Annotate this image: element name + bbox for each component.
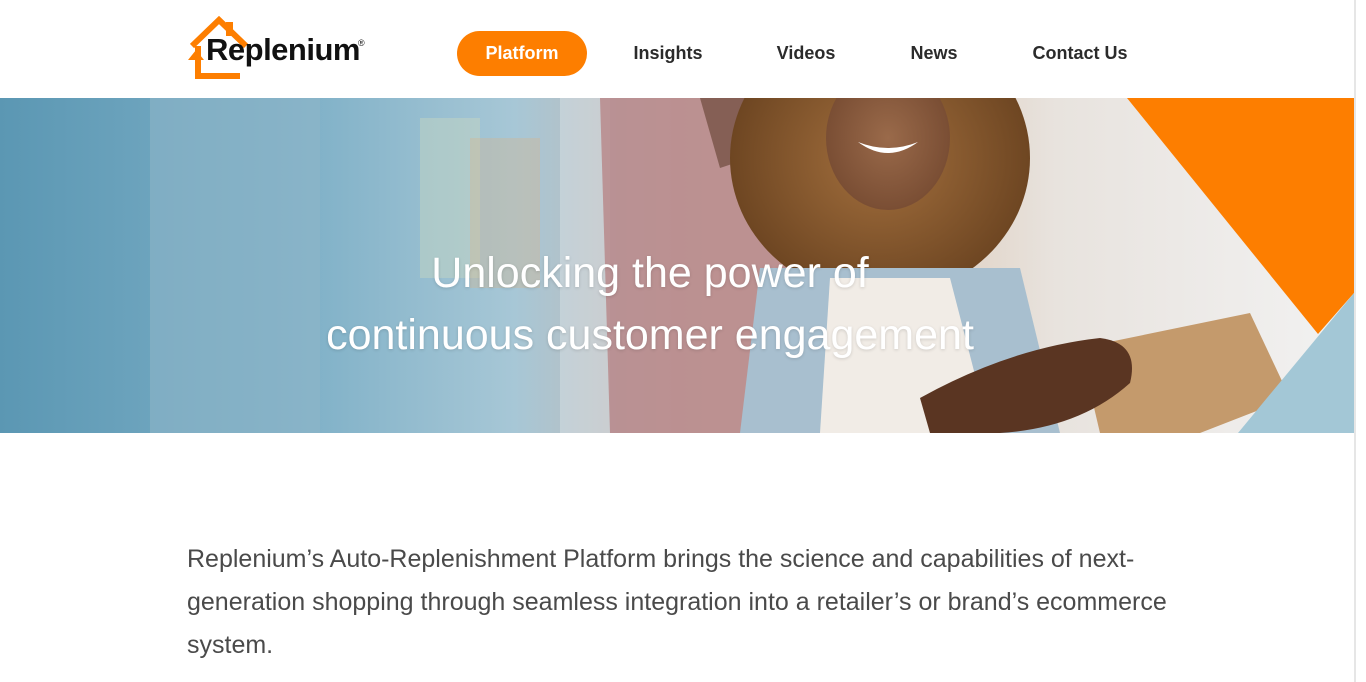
page: Replenium ® Platform Insights Videos New… — [0, 0, 1366, 682]
intro-paragraph: Replenium’s Auto-Replenishment Platform … — [187, 545, 1167, 659]
nav-platform[interactable]: Platform — [457, 31, 587, 76]
nav-insights[interactable]: Insights — [613, 31, 723, 76]
nav-news[interactable]: News — [889, 31, 979, 76]
hero-banner: Unlocking the power of continuous custom… — [0, 98, 1354, 433]
nav-contact-us[interactable]: Contact Us — [1015, 31, 1145, 76]
hero-title-line-1: Unlocking the power of — [431, 249, 869, 297]
site-header: Replenium ® Platform Insights Videos New… — [0, 0, 1354, 98]
nav-videos[interactable]: Videos — [756, 31, 856, 76]
hero-title-line-2: continuous customer engagement — [326, 311, 974, 359]
main-nav: Platform Insights Videos News Contact Us — [0, 31, 1354, 76]
page-edge-scrollbar[interactable] — [1354, 0, 1356, 682]
